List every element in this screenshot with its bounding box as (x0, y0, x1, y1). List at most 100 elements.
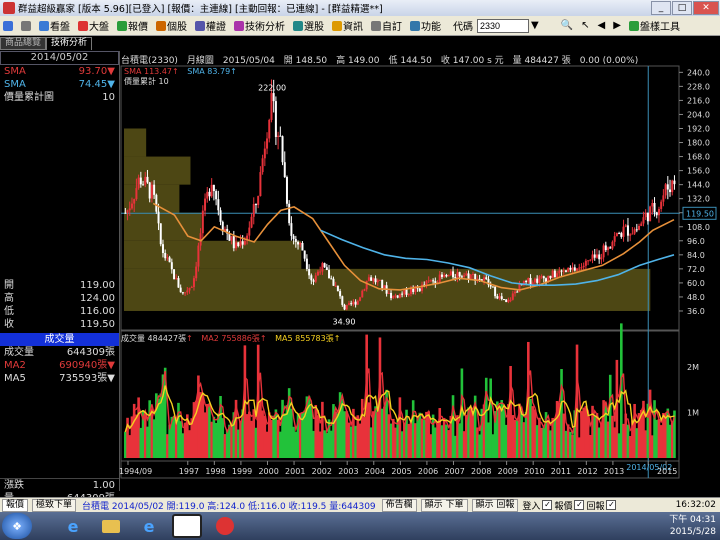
candle-body (215, 191, 218, 200)
candle-body (126, 210, 129, 213)
volume-bar (166, 434, 169, 458)
login-checkbox[interactable]: ✓ (542, 500, 553, 510)
volume-bar (225, 429, 229, 458)
volume-bar (447, 430, 450, 458)
candle-body (345, 304, 348, 310)
volume-bar (664, 413, 667, 458)
candle-body (330, 278, 333, 280)
report-checkbox[interactable]: ✓ (606, 500, 617, 510)
candle-body (447, 275, 450, 277)
candle-body (381, 279, 384, 289)
volume-bar (453, 435, 457, 458)
volume-bar (210, 421, 213, 458)
taskbar-capital-button[interactable] (210, 514, 240, 538)
candle-body (600, 257, 603, 260)
candle-body (562, 270, 565, 272)
volume-bar (358, 423, 362, 458)
candle-body (179, 287, 182, 293)
y-tick-label: 180.0 (687, 139, 710, 148)
candle-body (279, 135, 282, 137)
candle-body (540, 276, 543, 278)
candle-body (243, 240, 246, 245)
volume-bar (323, 430, 326, 458)
x-tick-label: 1997 (179, 467, 199, 476)
taskbar-app-button[interactable] (172, 514, 202, 538)
volume-bar (524, 412, 528, 458)
quote-checkbox[interactable]: ✓ (574, 500, 585, 510)
x-tick-label: 2006 (418, 467, 438, 476)
volume-bar (124, 431, 127, 458)
candle-body (206, 191, 209, 199)
volume-bar (172, 415, 176, 458)
order-label[interactable]: 極致下單 (32, 498, 77, 512)
taskbar-ie-button[interactable]: e (58, 514, 88, 538)
show-order-button[interactable]: 顯示 下單 (420, 498, 468, 512)
clock-date: 2015/5/28 (669, 527, 716, 537)
windows-taskbar: ❖ e e 下午 04:31 2015/5/28 (0, 512, 720, 540)
candle-body (208, 191, 211, 197)
candle-body (443, 274, 446, 277)
candle-body (598, 254, 601, 260)
candle-body (376, 280, 379, 283)
candle-body (130, 203, 133, 209)
volume-bar (597, 427, 601, 458)
candle-body (558, 270, 561, 274)
volume-bar (139, 427, 143, 458)
candle-body (232, 236, 235, 249)
candle-body (137, 177, 140, 189)
volume-bar (538, 417, 541, 458)
taskbar-explorer-button[interactable] (96, 514, 126, 538)
volume-bar (181, 433, 185, 458)
candle-body (204, 198, 207, 211)
x-tick-label: 2004 (365, 467, 385, 476)
volume-bar (586, 415, 590, 458)
candle-body (254, 204, 257, 206)
candle-body (350, 303, 353, 305)
volume-bar (498, 405, 501, 458)
volume-bar (146, 426, 149, 458)
candle-body (536, 278, 539, 283)
clock-time: 下午 04:31 (669, 515, 716, 525)
volume-profile-bar (124, 128, 147, 157)
x-tick-label: 2003 (338, 467, 358, 476)
candle-body (263, 148, 266, 159)
quote-tab[interactable]: 報價 (2, 498, 29, 512)
candle-body (155, 194, 158, 212)
candle-body (571, 267, 574, 270)
candle-body (157, 211, 160, 224)
volume-bar (478, 434, 481, 458)
candle-body (301, 242, 304, 251)
candle-body (124, 212, 127, 214)
volume-bar (531, 406, 535, 458)
candle-body (445, 274, 448, 277)
volume-bar (389, 423, 393, 458)
candle-body (560, 270, 563, 272)
show-report-button[interactable]: 顯示 回報 (471, 498, 519, 512)
volume-bar (283, 413, 287, 458)
candle-body (666, 184, 669, 190)
volume-profile-bar (124, 156, 191, 185)
start-button[interactable]: ❖ (2, 513, 32, 539)
volume-bar (259, 400, 262, 458)
candle-body (405, 289, 408, 295)
candle-body (491, 286, 494, 288)
candle-body (538, 276, 541, 283)
candle-body (640, 223, 643, 226)
candle-body (589, 259, 592, 261)
candle-body (578, 267, 581, 269)
candle-body (649, 206, 652, 222)
volume-bar (445, 424, 448, 458)
bulletin-button[interactable]: 佈告欄 (381, 498, 417, 512)
y-tick-label: 48.0 (687, 293, 705, 302)
volume-bar (420, 418, 424, 458)
candle-body (611, 241, 614, 249)
price-chart[interactable]: 240.0 228.0 216.0 204.0 192.0 180.0 168.0 156.0… (0, 0, 720, 497)
candle-body (142, 184, 145, 186)
volume-bar (458, 423, 461, 458)
candle-body (622, 226, 625, 237)
volume-bar (635, 428, 639, 458)
candle-body (148, 182, 151, 199)
x-tick-label: 2015 (657, 467, 677, 476)
volume-bar (376, 411, 380, 458)
taskbar-ie2-button[interactable]: e (134, 514, 164, 538)
